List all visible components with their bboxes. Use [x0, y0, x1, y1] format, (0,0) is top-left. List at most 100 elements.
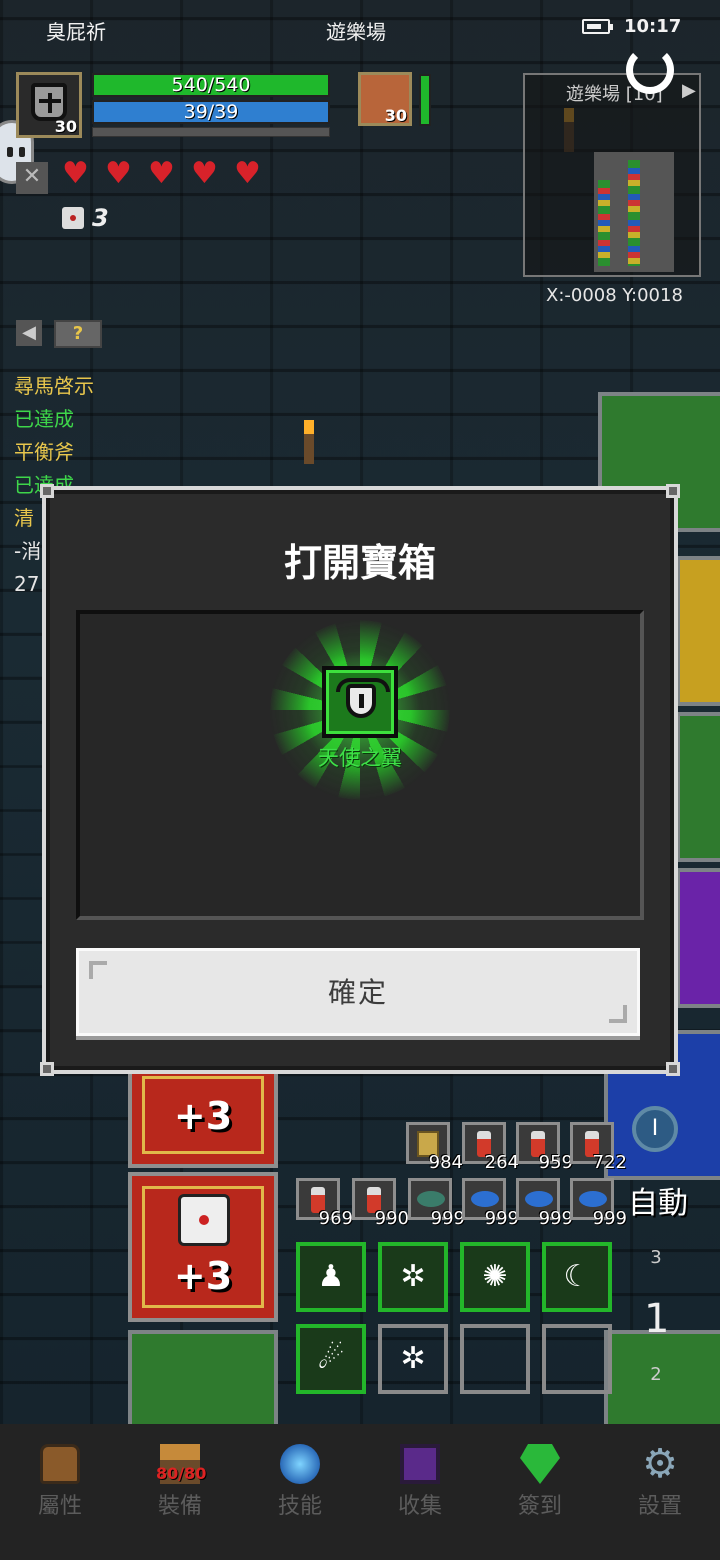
battery-icon — [582, 19, 613, 34]
item-count: 959 — [538, 1152, 573, 1173]
board-tile-green — [128, 1330, 278, 1430]
torch-icon — [304, 420, 314, 464]
dialog-corner — [666, 1062, 680, 1076]
heart-icon: ♥ — [148, 156, 175, 191]
board-tile-plus3: +3 — [128, 1172, 278, 1322]
heart-icon: ♥ — [234, 156, 261, 191]
orb-icon — [280, 1444, 320, 1484]
hp-text: 540/540 — [171, 74, 251, 96]
nav-label: 裝備 — [157, 1494, 202, 1519]
minimap-layout — [594, 152, 674, 272]
nav-equipment[interactable]: 80/80 裝備 — [120, 1424, 240, 1560]
mp-text: 39/39 — [183, 101, 239, 123]
dice-counter: 3 — [62, 204, 109, 232]
nav-collection[interactable]: 收集 — [360, 1424, 480, 1560]
skill-slot-empty[interactable] — [542, 1324, 612, 1394]
quest-line: 已達成 — [14, 407, 74, 431]
book-icon — [400, 1444, 440, 1484]
gear-icon: ⚙ — [642, 1441, 678, 1487]
floor-down-button[interactable]: 2 — [634, 1360, 678, 1390]
reward-name: 天使之翼 — [318, 746, 402, 770]
floor-number: 1 — [644, 1296, 670, 1342]
gem-icon — [520, 1444, 560, 1484]
equipment-count-badge: 80/80 — [156, 1464, 207, 1483]
auto-button[interactable]: 自動 — [628, 1178, 688, 1222]
skill-slot-claw-icon[interactable]: ☄ — [296, 1324, 366, 1394]
pet-portrait[interactable]: 30 — [358, 72, 412, 126]
player-level: 30 — [54, 117, 77, 136]
chevron-right-icon[interactable]: ▶ — [682, 80, 696, 101]
dialog-corner — [40, 484, 54, 498]
dice-icon — [62, 207, 84, 229]
nav-label: 設置 — [637, 1494, 682, 1519]
nav-settings[interactable]: ⚙ 設置 — [600, 1424, 720, 1560]
nav-label: 屬性 — [37, 1494, 82, 1519]
item-count: 990 — [374, 1208, 409, 1229]
item-count: 264 — [484, 1152, 519, 1173]
inventory-item[interactable]: 264 — [462, 1122, 519, 1173]
confirm-button[interactable]: 確定 — [76, 948, 640, 1036]
inventory-item[interactable]: 722 — [570, 1122, 627, 1173]
heart-icon: ♥ — [62, 156, 89, 191]
item-count: 999 — [430, 1208, 465, 1229]
item-count: 722 — [592, 1152, 627, 1173]
xp-bar — [92, 127, 330, 137]
item-count: 984 — [428, 1152, 463, 1173]
nav-attributes[interactable]: 屬性 — [0, 1424, 120, 1560]
status-location: 遊樂場 — [326, 20, 386, 44]
board-tile-purple — [676, 868, 720, 1008]
skill-slot-empty[interactable] — [460, 1324, 530, 1394]
heart-icon: ♥ — [191, 156, 218, 191]
plus-value: +3 — [173, 1254, 233, 1298]
angel-wings-icon[interactable] — [322, 666, 398, 738]
nav-skills[interactable]: 技能 — [240, 1424, 360, 1560]
inventory-item[interactable]: 959 — [516, 1122, 573, 1173]
close-icon[interactable]: ✕ — [16, 162, 48, 194]
dice-icon — [178, 1194, 230, 1246]
quest-line: 平衡斧 — [14, 440, 74, 464]
hp-bar: 540/540 — [92, 73, 330, 97]
dialog-corner — [40, 1062, 54, 1076]
item-count: 999 — [592, 1208, 627, 1229]
status-time: 10:17 — [624, 16, 682, 37]
skill-slot-party-icon[interactable]: ♟ — [296, 1242, 366, 1312]
inventory-item[interactable]: 999 — [462, 1178, 519, 1229]
board-tile-plus3: +3 — [128, 1062, 278, 1168]
nav-label: 技能 — [277, 1494, 322, 1519]
inventory-item[interactable]: 990 — [352, 1178, 409, 1229]
wing-icon — [336, 678, 390, 718]
inventory-item[interactable]: 999 — [516, 1178, 573, 1229]
floor-up-button[interactable]: 3 — [634, 1240, 678, 1276]
pet-level: 30 — [384, 106, 407, 125]
bottom-nav: 屬性 80/80 裝備 技能 收集 簽到 ⚙ 設置 — [0, 1424, 720, 1560]
help-icon[interactable]: ? — [54, 320, 102, 348]
item-count: 969 — [318, 1208, 353, 1229]
pet-hp-bar — [419, 74, 431, 126]
board-tile-green — [676, 712, 720, 862]
inventory-item[interactable]: 984 — [406, 1122, 463, 1173]
skill-slot-bug-icon[interactable]: ✲ — [378, 1324, 448, 1394]
nav-checkin[interactable]: 簽到 — [480, 1424, 600, 1560]
item-count: 999 — [538, 1208, 573, 1229]
fish-icon — [417, 1191, 445, 1207]
fish-icon — [579, 1191, 607, 1207]
quest-line: 尋馬啓示 — [14, 374, 94, 398]
pause-button[interactable]: I — [632, 1106, 678, 1152]
inventory-item[interactable]: 999 — [570, 1178, 627, 1229]
dialog-corner — [666, 484, 680, 498]
chevron-left-icon[interactable]: ◀ — [16, 320, 42, 346]
anvil-icon: 80/80 — [156, 1444, 206, 1484]
inventory-item[interactable]: 969 — [296, 1178, 353, 1229]
skill-slot-wave-icon[interactable]: ☾ — [542, 1242, 612, 1312]
fish-icon — [471, 1191, 499, 1207]
confirm-label: 確定 — [327, 976, 388, 1009]
hearts-row: ♥ ♥ ♥ ♥ ♥ — [60, 156, 263, 191]
helmet-icon — [31, 83, 67, 121]
helmet-icon — [40, 1444, 80, 1484]
sync-icon[interactable] — [626, 46, 674, 94]
skill-slot-bug-icon[interactable]: ✲ — [378, 1242, 448, 1312]
inventory-item[interactable]: 999 — [408, 1178, 465, 1229]
dice-count-value: 3 — [92, 204, 109, 232]
player-portrait[interactable]: 30 — [16, 72, 82, 138]
skill-slot-crab-icon[interactable]: ✺ — [460, 1242, 530, 1312]
